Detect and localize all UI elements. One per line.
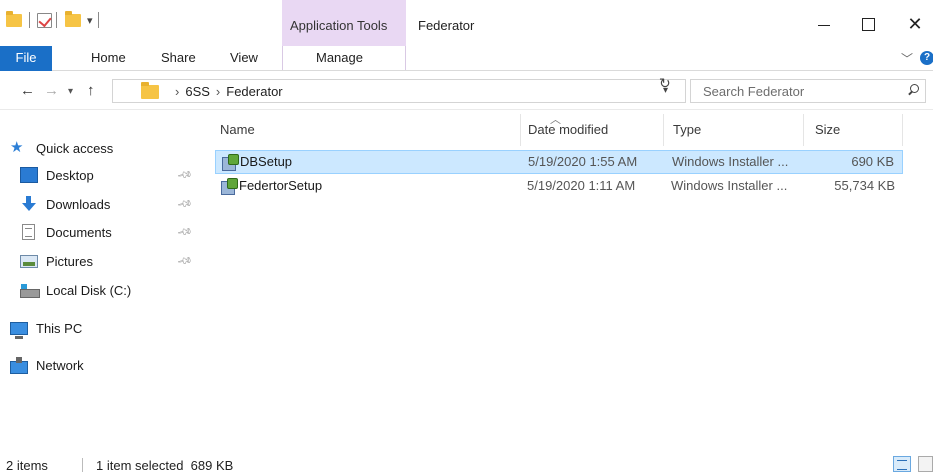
pictures-icon xyxy=(20,254,38,268)
breadcrumb: › 6SS › Federator xyxy=(169,84,283,99)
column-header-name[interactable]: Name xyxy=(220,122,255,137)
up-arrow-icon[interactable]: ↑ xyxy=(87,82,95,99)
installer-icon xyxy=(221,178,238,195)
sidebar-item-network[interactable]: Network xyxy=(10,352,215,378)
sidebar-item-pictures[interactable]: Pictures 📌︎ xyxy=(20,248,225,274)
status-bar: 2 items 1 item selected 689 KB xyxy=(0,446,933,476)
disk-icon xyxy=(20,284,40,298)
help-icon[interactable]: ? xyxy=(920,51,933,65)
chevron-right-icon: › xyxy=(215,84,221,99)
selection-info: 1 item selected 689 KB xyxy=(96,458,234,473)
sidebar-item-label: This PC xyxy=(36,320,83,336)
folder-icon xyxy=(6,10,22,27)
breadcrumb-item-federator[interactable]: Federator xyxy=(226,84,282,99)
network-icon xyxy=(10,357,28,374)
minimize-button[interactable] xyxy=(813,14,835,34)
maximize-button[interactable] xyxy=(857,14,879,34)
toolbar-divider xyxy=(29,12,30,28)
back-arrow-icon[interactable]: ← xyxy=(20,82,35,99)
pin-icon[interactable]: 📌︎ xyxy=(176,253,193,269)
refresh-icon[interactable]: ↻ xyxy=(659,75,671,92)
star-icon: ★ xyxy=(10,139,24,156)
desktop-icon xyxy=(20,167,38,183)
file-name: DBSetup xyxy=(240,154,293,169)
column-header-size[interactable]: Size xyxy=(815,122,840,137)
expand-ribbon-icon[interactable]: ﹀ xyxy=(901,50,913,67)
sidebar-item-label: Documents xyxy=(46,224,112,240)
file-size: 55,734 KB xyxy=(834,178,895,193)
item-count: 2 items xyxy=(6,458,48,473)
navigation-pane: ★ Quick access Desktop 📌︎ Downloads 📌︎ D… xyxy=(0,111,205,446)
file-list: ︿ Name Date modified Type Size DBSetup 5… xyxy=(205,111,933,446)
title-bar: ▾ Application Tools Federator ✕ xyxy=(0,0,933,46)
status-divider xyxy=(82,458,83,472)
sidebar-item-label: Downloads xyxy=(46,196,111,212)
search-icon[interactable] xyxy=(907,84,919,96)
properties-icon[interactable] xyxy=(37,12,52,28)
sidebar-item-quick-access[interactable]: ★ Quick access xyxy=(10,135,215,161)
file-type: Windows Installer ... xyxy=(672,154,789,169)
navigation-bar: ← → ▾ ↑ › 6SS › Federator ▾ ↻ Search Federa… xyxy=(0,72,933,110)
column-divider[interactable] xyxy=(902,114,903,146)
window-title: Federator xyxy=(418,18,475,33)
toolbar-divider xyxy=(97,12,99,28)
toolbar-divider xyxy=(56,12,57,28)
installer-icon xyxy=(222,154,239,171)
large-icons-view-icon[interactable] xyxy=(918,456,933,472)
sidebar-item-label: Desktop xyxy=(46,167,94,183)
ribbon-tabs: File Home Share View Manage ﹀ ? xyxy=(0,46,933,71)
documents-icon xyxy=(22,224,35,240)
sidebar-item-downloads[interactable]: Downloads 📌︎ xyxy=(20,191,225,217)
sidebar-item-this-pc[interactable]: This PC xyxy=(10,315,215,341)
search-placeholder: Search Federator xyxy=(703,84,805,99)
file-size: 690 KB xyxy=(851,154,894,169)
pin-icon[interactable]: 📌︎ xyxy=(176,167,193,183)
sidebar-item-label: Network xyxy=(36,357,84,373)
address-bar[interactable]: › 6SS › Federator ▾ xyxy=(112,79,686,103)
sidebar-item-local-disk[interactable]: Local Disk (C:) xyxy=(20,277,225,303)
pin-icon[interactable]: 📌︎ xyxy=(176,224,193,240)
column-divider[interactable] xyxy=(803,114,804,146)
sidebar-item-label: Pictures xyxy=(46,253,93,269)
tab-file[interactable]: File xyxy=(0,46,52,71)
column-divider[interactable] xyxy=(520,114,521,146)
column-divider[interactable] xyxy=(663,114,664,146)
sidebar-item-label: Quick access xyxy=(36,140,114,156)
new-folder-icon[interactable] xyxy=(65,10,81,27)
column-header-type[interactable]: Type xyxy=(673,122,701,137)
sidebar-item-documents[interactable]: Documents 📌︎ xyxy=(20,219,225,245)
tab-view[interactable]: View xyxy=(230,46,258,71)
pin-icon[interactable]: 📌︎ xyxy=(176,196,193,212)
tab-share[interactable]: Share xyxy=(161,46,196,71)
tab-home[interactable]: Home xyxy=(91,46,126,71)
file-type: Windows Installer ... xyxy=(671,178,788,193)
chevron-down-icon[interactable]: ▾ xyxy=(87,14,93,27)
file-date-modified: 5/19/2020 1:55 AM xyxy=(528,154,638,169)
sidebar-item-desktop[interactable]: Desktop 📌︎ xyxy=(20,162,225,188)
quick-access-toolbar: ▾ xyxy=(6,10,106,30)
file-date-modified: 5/19/2020 1:11 AM xyxy=(527,178,636,193)
tab-manage[interactable]: Manage xyxy=(316,46,363,71)
forward-arrow-icon[interactable]: → xyxy=(44,82,59,99)
recent-locations-chevron-icon[interactable]: ▾ xyxy=(68,86,73,97)
folder-icon xyxy=(141,82,159,99)
chevron-right-icon: › xyxy=(175,84,180,99)
search-input[interactable]: Search Federator xyxy=(690,79,926,103)
table-row[interactable]: DBSetup 5/19/2020 1:55 AM Windows Instal… xyxy=(215,150,903,174)
download-icon xyxy=(20,196,38,212)
details-view-icon[interactable] xyxy=(893,456,911,472)
column-header-date-modified[interactable]: Date modified xyxy=(528,122,608,137)
close-button[interactable]: ✕ xyxy=(904,14,926,34)
breadcrumb-item-6ss[interactable]: 6SS xyxy=(185,84,210,99)
context-tab-group-label: Application Tools xyxy=(290,18,388,33)
table-row[interactable]: FedertorSetup 5/19/2020 1:11 AM Windows … xyxy=(215,175,903,199)
sidebar-item-label: Local Disk (C:) xyxy=(46,282,132,298)
pc-icon xyxy=(10,321,28,339)
file-name: FedertorSetup xyxy=(239,178,323,193)
